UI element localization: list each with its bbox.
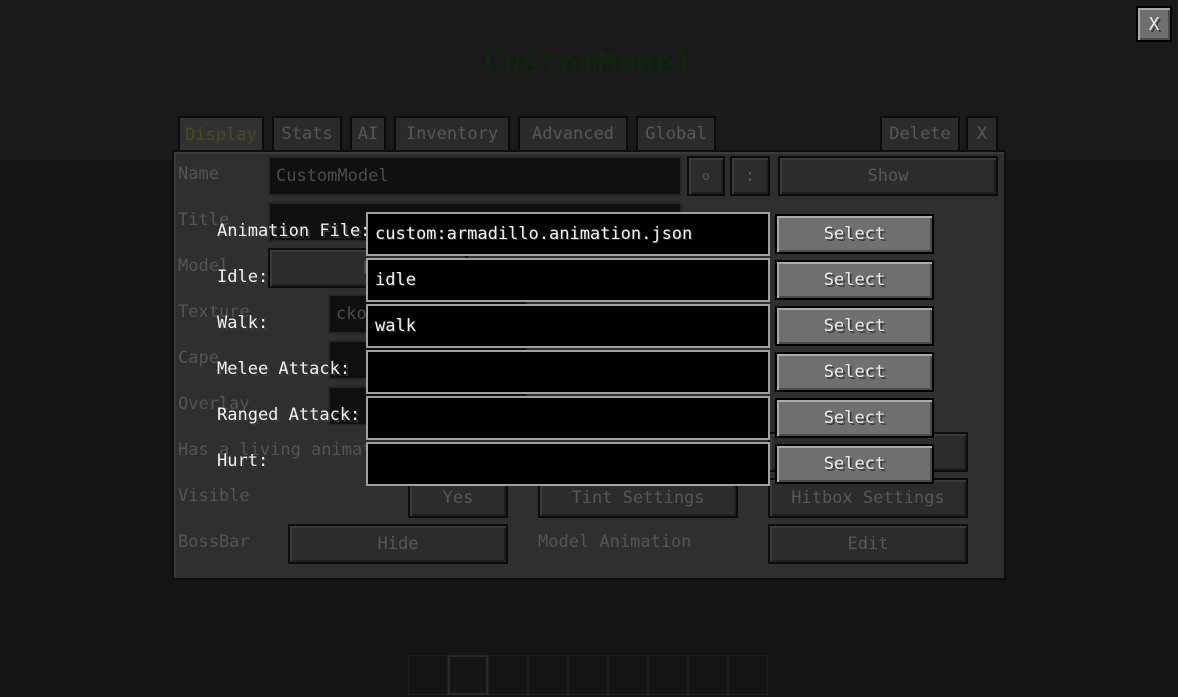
hurt-input[interactable]: [366, 442, 770, 486]
ranged-attack-input[interactable]: [366, 396, 770, 440]
hotbar-slot: [608, 655, 648, 695]
hotbar-slot: [408, 655, 448, 695]
delete-button[interactable]: Delete: [880, 116, 960, 150]
model-animation-label: Model Animation: [538, 532, 692, 552]
bossbar-label: BossBar: [178, 532, 250, 552]
show-name-button[interactable]: Show: [778, 156, 998, 196]
tab-display[interactable]: Display: [178, 116, 264, 152]
ranged-attack-label: Ranged Attack:: [217, 405, 361, 425]
ranged-attack-select-button[interactable]: Select: [775, 398, 934, 438]
tab-inventory[interactable]: Inventory: [394, 116, 510, 150]
animation-file-label: Animation File:: [217, 221, 371, 241]
hitbox-settings-button[interactable]: Hitbox Settings: [768, 478, 968, 518]
idle-label: Idle:: [217, 267, 269, 287]
hurt-select-button[interactable]: Select: [775, 444, 934, 484]
living-animation-label: Has a living animati: [178, 440, 383, 460]
animation-file-input[interactable]: custom:armadillo.animation.json: [366, 212, 770, 256]
close-gui-button[interactable]: X: [966, 116, 998, 150]
name-option-button-1[interactable]: o: [687, 156, 725, 196]
hotbar-slot: [688, 655, 728, 695]
hotbar-slot-selected: [448, 655, 488, 695]
animation-file-select-button[interactable]: Select: [775, 214, 934, 254]
tab-ai[interactable]: AI: [350, 116, 386, 150]
name-label: Name: [178, 164, 219, 184]
model-animation-edit-button[interactable]: Edit: [768, 524, 968, 564]
melee-attack-label: Melee Attack:: [217, 359, 351, 379]
tab-global[interactable]: Global: [636, 116, 716, 150]
hurt-label: Hurt:: [217, 451, 269, 471]
visible-label: Visible: [178, 486, 250, 506]
hotbar-slot: [568, 655, 608, 695]
walk-input[interactable]: walk: [366, 304, 770, 348]
screen-title: CustomModel: [484, 46, 694, 81]
close-screen-button[interactable]: X: [1136, 6, 1172, 42]
melee-attack-select-button[interactable]: Select: [775, 352, 934, 392]
idle-select-button[interactable]: Select: [775, 260, 934, 300]
tab-stats[interactable]: Stats: [272, 116, 342, 150]
melee-attack-input[interactable]: [366, 350, 770, 394]
name-option-button-2[interactable]: :: [730, 156, 770, 196]
tab-advanced[interactable]: Advanced: [518, 116, 628, 150]
bossbar-toggle[interactable]: Hide: [288, 524, 508, 564]
walk-label: Walk:: [217, 313, 269, 333]
hotbar-slot: [528, 655, 568, 695]
hotbar-slot: [488, 655, 528, 695]
cape-label: Cape: [178, 348, 219, 368]
hotbar: [408, 655, 770, 697]
name-field[interactable]: CustomModel: [268, 156, 682, 196]
hotbar-slot: [648, 655, 688, 695]
idle-input[interactable]: idle: [366, 258, 770, 302]
walk-select-button[interactable]: Select: [775, 306, 934, 346]
hotbar-slot: [728, 655, 768, 695]
